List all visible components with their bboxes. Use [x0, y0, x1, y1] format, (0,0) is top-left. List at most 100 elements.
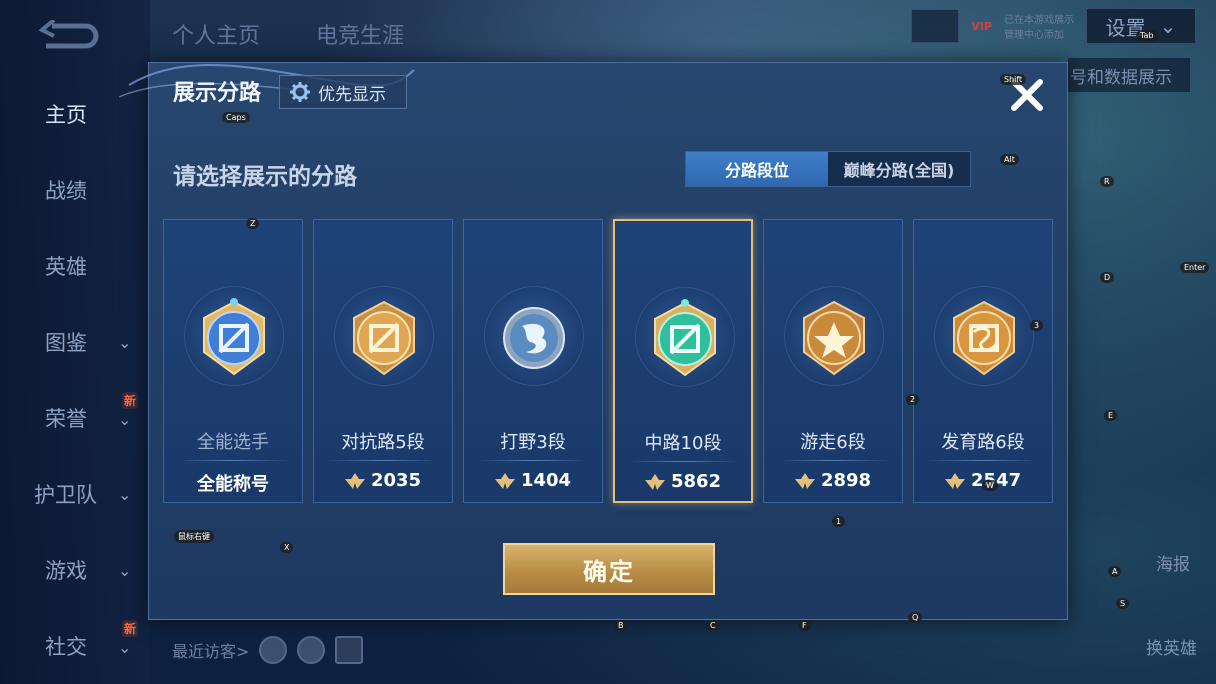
new-badge: 新: [122, 392, 139, 409]
back-icon[interactable]: [38, 20, 100, 52]
lane-card-jungle[interactable]: 打野3段 1404: [463, 219, 603, 503]
lane-score-value: 5862: [670, 471, 722, 492]
key-hint: 鼠标右键: [174, 530, 214, 543]
nav-item-label: 荣誉: [45, 407, 87, 431]
nav-item-label: 图鉴: [45, 331, 87, 355]
key-hint: Enter: [1180, 262, 1210, 273]
lane-name: 发育路6段: [941, 432, 1025, 453]
poster-button[interactable]: 海报: [1156, 550, 1190, 575]
lane-score: 2898: [764, 470, 902, 491]
recent-visitors-label: 最近访客>: [172, 642, 250, 661]
divider: [478, 460, 588, 461]
avatar[interactable]: [335, 636, 364, 664]
segment-peak-lane[interactable]: 巅峰分路(全国): [828, 152, 970, 186]
glory-points-icon: [644, 473, 665, 490]
chevron-down-icon: ⌄: [118, 332, 132, 352]
nav-item-label: 护卫队: [34, 483, 97, 507]
priority-display-button[interactable]: 优先显示: [279, 75, 407, 109]
vip-text: 已在本游戏展示 管理中心添加: [1004, 11, 1074, 41]
lane-score-value: 2898: [820, 470, 872, 491]
key-hint: Alt: [1000, 154, 1019, 165]
nav-item-label: 游戏: [45, 559, 87, 583]
chevron-down-icon: ⌄: [1159, 14, 1177, 38]
lane-card-roam[interactable]: 游走6段 2898: [763, 219, 903, 503]
all-round-emblem-icon: [203, 298, 265, 376]
lane-score: 5862: [615, 471, 751, 492]
chat-icon[interactable]: [911, 9, 960, 43]
tab-personal-home[interactable]: 个人主页: [172, 18, 260, 50]
mid-lane-emblem-icon: [654, 299, 716, 377]
vip-area[interactable]: VIP: [971, 20, 992, 33]
clash-lane-emblem-icon: [353, 300, 415, 376]
lane-name: 中路10段: [644, 433, 722, 454]
change-hero-button[interactable]: 换英雄: [1146, 634, 1197, 659]
lane-name: 对抗路5段: [341, 432, 425, 453]
key-hint: Caps: [222, 112, 250, 123]
key-hint: 2: [906, 394, 920, 405]
nav-item-label: 社交: [45, 635, 87, 659]
top-tabs: 个人主页 电竞生涯: [172, 18, 404, 50]
dialog-title: 展示分路: [173, 81, 262, 106]
confirm-button[interactable]: 确定: [503, 543, 715, 595]
key-hint: Shift: [1000, 74, 1027, 85]
glory-points-icon: [794, 472, 815, 489]
glory-points-icon: [944, 472, 965, 489]
tab-esports-career[interactable]: 电竞生涯: [316, 18, 404, 50]
lane-card-all-round[interactable]: 全能选手 全能称号: [163, 219, 303, 503]
vip-label: VIP: [971, 19, 992, 33]
lane-card-farm[interactable]: 发育路6段 2547: [913, 219, 1053, 503]
nav-item-social[interactable]: 社交 新 ⌄: [0, 620, 150, 666]
divider: [629, 461, 737, 462]
nav-item-games[interactable]: 游戏 ⌄: [0, 550, 150, 590]
new-badge: 新: [122, 620, 139, 637]
lane-score-value: 1404: [520, 470, 572, 491]
nav-item-record[interactable]: 战绩: [0, 170, 150, 210]
gear-icon: [290, 82, 310, 102]
key-hint: 1: [832, 516, 846, 527]
key-hint: C: [706, 620, 720, 631]
key-hint: 3: [1030, 320, 1044, 331]
segment-lane-rank[interactable]: 分路段位: [686, 152, 828, 186]
key-hint: Tab: [1136, 30, 1158, 41]
key-hint: S: [1116, 598, 1130, 609]
chevron-down-icon: ⌄: [118, 484, 132, 504]
glory-points-icon: [344, 472, 365, 489]
key-hint: Q: [908, 612, 923, 623]
key-hint: E: [1104, 410, 1118, 421]
dialog-subtitle: 请选择展示的分路: [173, 164, 357, 190]
nav-item-guard-team[interactable]: 护卫队 ⌄: [0, 474, 150, 514]
key-hint: F: [798, 620, 811, 631]
nav-item-honor[interactable]: 荣誉 新 ⌄: [0, 392, 150, 438]
lane-score: 全能称号: [164, 470, 302, 496]
vip-text-line1: 已在本游戏展示: [1004, 15, 1074, 26]
key-hint: W: [982, 480, 998, 491]
key-hint: R: [1100, 176, 1114, 187]
lane-card-clash[interactable]: 对抗路5段 2035: [313, 219, 453, 503]
avatar[interactable]: [297, 636, 326, 664]
farm-lane-emblem-icon: [953, 300, 1015, 376]
data-show-tab[interactable]: 号和数据展示: [1068, 58, 1190, 92]
roam-emblem-icon: [803, 300, 865, 376]
lane-name: 全能选手: [197, 432, 269, 453]
nav-item-heroes[interactable]: 英雄: [0, 246, 150, 286]
avatar[interactable]: [259, 636, 288, 664]
lane-mode-segmented-control: 分路段位 巅峰分路(全国): [685, 151, 971, 187]
nav-item-label: 主页: [45, 103, 87, 127]
lane-score-value: 2035: [370, 470, 422, 491]
nav-item-label: 战绩: [45, 179, 87, 203]
recent-visitors[interactable]: 最近访客>: [172, 636, 364, 664]
lane-card-mid[interactable]: 中路10段 5862: [613, 219, 753, 503]
chevron-down-icon: ⌄: [118, 410, 132, 429]
vip-text-line2: 管理中心添加: [1004, 30, 1064, 41]
chevron-down-icon: ⌄: [118, 638, 132, 657]
chevron-down-icon: ⌄: [118, 560, 132, 580]
lane-score-value: 全能称号: [197, 474, 269, 495]
divider: [328, 460, 438, 461]
divider: [178, 460, 288, 461]
priority-display-label: 优先显示: [318, 84, 386, 105]
divider: [778, 460, 888, 461]
nav-item-label: 英雄: [45, 255, 87, 279]
jungle-emblem-icon: [503, 307, 565, 369]
nav-item-codex[interactable]: 图鉴 ⌄: [0, 322, 150, 362]
lane-name: 游走6段: [800, 432, 866, 453]
